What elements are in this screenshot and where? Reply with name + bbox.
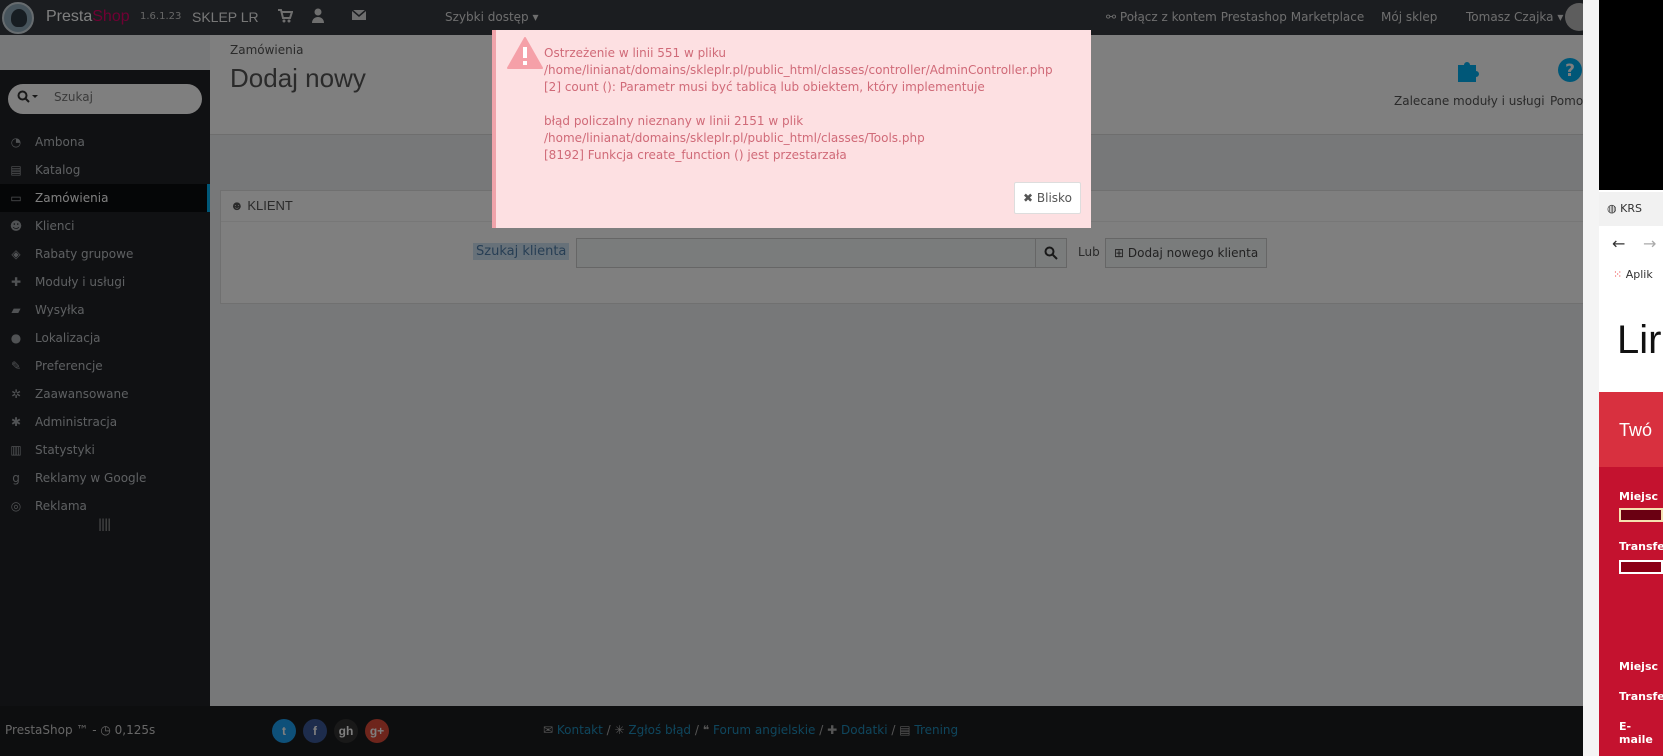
close-dialog-button[interactable]: ✖ Blisko — [1014, 182, 1081, 214]
dark-region — [1599, 0, 1663, 190]
form-label: Transfe — [1619, 540, 1663, 553]
form-field[interactable] — [1619, 508, 1663, 522]
error-line: Ostrzeżenie w linii 551 w pliku — [544, 46, 727, 60]
error-line-spacer — [544, 96, 1084, 113]
form-label: Transfe — [1619, 690, 1663, 703]
bookmarks-apps[interactable]: ⁙ Aplik — [1613, 268, 1653, 281]
error-line: [2] count (): Parametr musi być tablicą … — [544, 80, 985, 94]
error-message: Ostrzeżenie w linii 551 w pliku /home/li… — [544, 45, 1084, 164]
form-label: E-maile — [1619, 720, 1653, 746]
error-line: [8192] Funkcja create_function () jest p… — [544, 148, 847, 162]
back-arrow-icon[interactable]: ← — [1612, 234, 1625, 253]
close-icon: ✖ — [1023, 191, 1034, 205]
apps-grid-icon: ⁙ — [1613, 268, 1623, 281]
form-label: Miejsc — [1619, 660, 1659, 673]
browser-tab-label: KRS — [1620, 202, 1642, 215]
close-dialog-label: Blisko — [1036, 191, 1072, 205]
window-gap — [1583, 0, 1599, 756]
error-line: błąd policzalny nieznany w linii 2151 w … — [544, 114, 804, 128]
error-dialog: Ostrzeżenie w linii 551 w pliku /home/li… — [492, 30, 1091, 228]
form-label: Miejsc — [1619, 490, 1659, 503]
apps-label: Aplik — [1625, 268, 1653, 281]
site-heading: Lir — [1617, 318, 1662, 362]
error-line: /home/linianat/domains/skleplr.pl/public… — [544, 63, 1053, 77]
forward-arrow-icon[interactable]: → — [1643, 234, 1656, 253]
warning-icon — [506, 36, 544, 70]
error-line: /home/linianat/domains/skleplr.pl/public… — [544, 131, 925, 145]
background-browser-window: ◍ KRS ← → ⁙ Aplik Lir Twó Miejsc Transfe… — [1583, 0, 1663, 756]
admin-window: PrestaShop 1.6.1.23 SKLEP LR Szybki dost… — [0, 0, 1583, 756]
browser-tab[interactable]: ◍ KRS — [1607, 202, 1642, 215]
red-form-heading: Twó — [1619, 420, 1653, 440]
form-field[interactable] — [1619, 560, 1663, 574]
globe-icon: ◍ — [1607, 202, 1617, 215]
